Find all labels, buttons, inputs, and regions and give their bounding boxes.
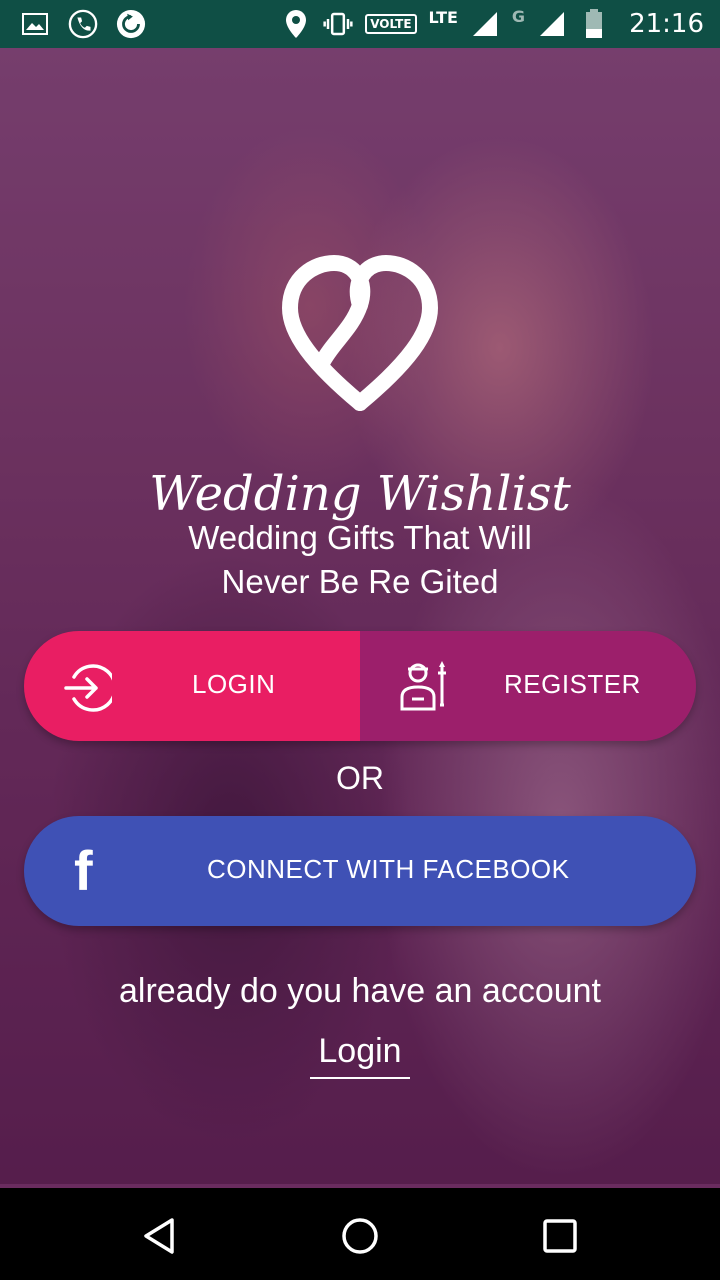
login-link[interactable]: Login: [310, 1032, 410, 1079]
register-button-label: REGISTER: [504, 669, 641, 699]
recent-apps-icon[interactable]: [538, 1214, 582, 1258]
or-divider: OR: [336, 760, 384, 796]
lte-indicator: LTE: [428, 8, 458, 27]
tagline-line-1: Wedding Gifts That Will: [188, 519, 532, 556]
back-icon[interactable]: [138, 1214, 182, 1258]
heart-logo-icon: [282, 254, 438, 411]
facebook-icon: f: [74, 839, 93, 902]
facebook-connect-button[interactable]: f CONNECT WITH FACEBOOK: [24, 816, 696, 926]
auth-button-row: LOGIN REGISTER: [24, 631, 696, 741]
home-icon[interactable]: [338, 1214, 382, 1258]
location-icon: [281, 9, 311, 39]
signal-icon: [470, 9, 500, 39]
register-button[interactable]: REGISTER: [360, 631, 696, 741]
signal-2-icon: [537, 9, 567, 39]
tagline: Wedding Gifts That Will Never Be Re Gite…: [0, 516, 720, 604]
brand-name: Wedding Wishlist: [149, 466, 571, 522]
login-button-label: LOGIN: [192, 669, 276, 699]
navigation-bar: [0, 1184, 720, 1280]
image-icon: [20, 9, 50, 39]
account-prompt: already do you have an account: [118, 972, 601, 1010]
sync-icon: [116, 9, 146, 39]
tagline-line-2: Never Be Re Gited: [221, 563, 499, 600]
welcome-screen: Wedding Wishlist Wedding Gifts That Will…: [0, 48, 720, 1184]
clock: 21:16: [629, 9, 704, 39]
battery-icon: [579, 9, 609, 39]
login-arrow-icon: [64, 664, 112, 712]
status-bar: VOLTE LTE G 21:16: [0, 0, 720, 48]
login-button[interactable]: LOGIN: [24, 631, 360, 741]
user-edit-icon: [400, 661, 446, 711]
g-indicator: G: [511, 6, 526, 26]
volte-badge: VOLTE: [365, 14, 417, 34]
call-icon: [68, 9, 98, 39]
facebook-button-label: CONNECT WITH FACEBOOK: [207, 854, 570, 884]
vibrate-icon: [323, 9, 353, 39]
